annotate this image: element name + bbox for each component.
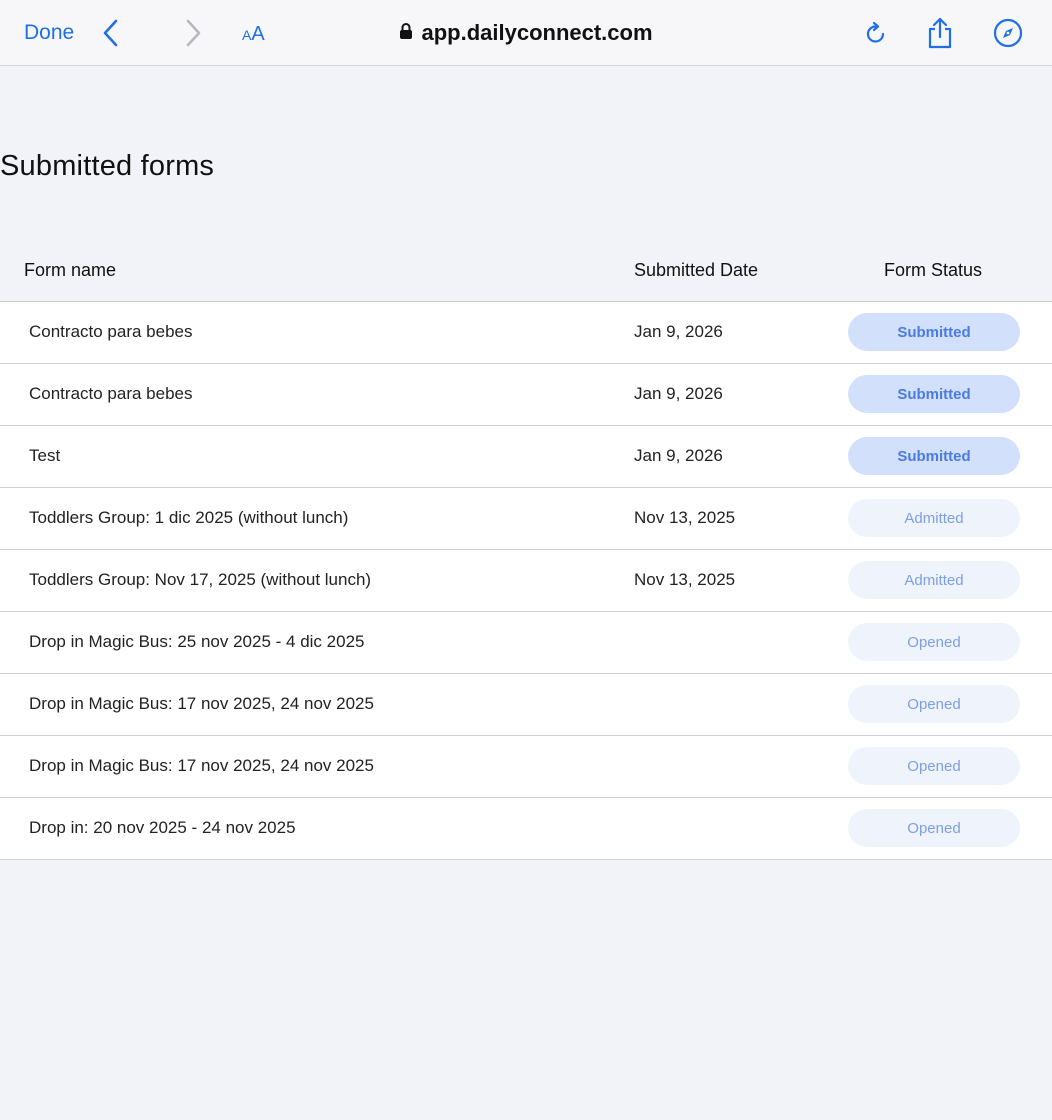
address-bar: app.dailyconnect.com (0, 20, 1052, 46)
done-button[interactable]: Done (24, 21, 74, 45)
form-name-cell: Drop in Magic Bus: 25 nov 2025 - 4 dic 2… (29, 632, 365, 651)
submitted-date-cell: Jan 9, 2026 (634, 384, 723, 403)
form-name-cell: Toddlers Group: Nov 17, 2025 (without lu… (29, 570, 372, 589)
table-row[interactable]: Toddlers Group: 1 dic 2025 (without lunc… (0, 488, 1052, 550)
text-size-button[interactable]: AA (242, 23, 265, 46)
form-name-cell: Drop in Magic Bus: 17 nov 2025, 24 nov 2… (29, 756, 374, 775)
status-badge: Opened (848, 685, 1020, 723)
reload-icon[interactable] (860, 17, 892, 49)
form-name-cell: Drop in: 20 nov 2025 - 24 nov 2025 (29, 818, 296, 837)
form-name-cell: Contracto para bebes (29, 384, 193, 403)
form-name-cell: Drop in Magic Bus: 17 nov 2025, 24 nov 2… (29, 694, 374, 713)
back-chevron-icon[interactable] (95, 17, 127, 49)
status-badge: Submitted (848, 437, 1020, 475)
submitted-forms-table: Form name Submitted Date Form Status Con… (0, 239, 1052, 860)
submitted-date-cell: Nov 13, 2025 (634, 508, 736, 527)
submitted-date-cell: Nov 13, 2025 (634, 570, 736, 589)
address-field[interactable]: app.dailyconnect.com (399, 20, 653, 46)
text-size-small-label: A (242, 27, 252, 43)
status-badge: Admitted (848, 561, 1020, 599)
table-row[interactable]: Drop in Magic Bus: 17 nov 2025, 24 nov 2… (0, 674, 1052, 736)
header-form-name: Form name (24, 260, 117, 280)
table-row[interactable]: Drop in Magic Bus: 17 nov 2025, 24 nov 2… (0, 736, 1052, 798)
status-badge: Opened (848, 809, 1020, 847)
url-text: app.dailyconnect.com (421, 20, 653, 45)
text-size-large-label: A (251, 23, 265, 45)
form-name-cell: Toddlers Group: 1 dic 2025 (without lunc… (29, 508, 349, 527)
forward-chevron-icon[interactable] (177, 17, 209, 49)
status-badge: Admitted (848, 499, 1020, 537)
status-badge: Opened (848, 623, 1020, 661)
status-badge: Opened (848, 747, 1020, 785)
status-badge: Submitted (848, 375, 1020, 413)
header-form-status: Form Status (884, 260, 983, 280)
table-row[interactable]: Toddlers Group: Nov 17, 2025 (without lu… (0, 550, 1052, 612)
table-row[interactable]: Test Jan 9, 2026 Submitted (0, 426, 1052, 488)
share-icon[interactable] (924, 17, 956, 49)
compass-icon[interactable] (992, 17, 1024, 49)
lock-icon (399, 20, 413, 46)
table-row[interactable]: Drop in Magic Bus: 25 nov 2025 - 4 dic 2… (0, 612, 1052, 674)
table-row[interactable]: Contracto para bebes Jan 9, 2026 Submitt… (0, 364, 1052, 426)
header-submitted-date: Submitted Date (634, 260, 759, 280)
table-row[interactable]: Drop in: 20 nov 2025 - 24 nov 2025 Opene… (0, 798, 1052, 860)
form-name-cell: Test (29, 446, 61, 465)
submitted-date-cell: Jan 9, 2026 (634, 322, 723, 341)
table-row[interactable]: Contracto para bebes Jan 9, 2026 Submitt… (0, 302, 1052, 364)
browser-toolbar: Done AA app.dailyconnect.com (0, 0, 1052, 66)
page-title: Submitted forms (0, 150, 215, 182)
table-header: Form name Submitted Date Form Status (0, 239, 1052, 302)
submitted-date-cell: Jan 9, 2026 (634, 446, 723, 465)
status-badge: Submitted (848, 313, 1020, 351)
form-name-cell: Contracto para bebes (29, 322, 193, 341)
